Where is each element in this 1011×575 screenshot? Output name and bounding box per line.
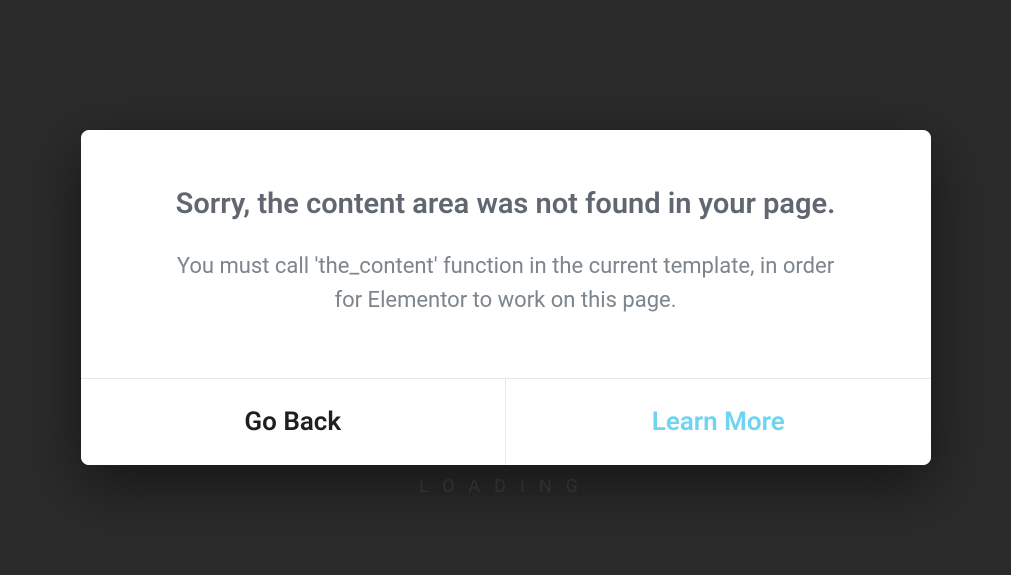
error-modal: Sorry, the content area was not found in… xyxy=(81,130,931,465)
modal-title: Sorry, the content area was not found in… xyxy=(131,186,881,224)
learn-more-button[interactable]: Learn More xyxy=(505,379,931,465)
modal-actions: Go Back Learn More xyxy=(81,378,931,465)
loading-indicator: LOADING xyxy=(419,476,592,497)
modal-message: You must call 'the_content' function in … xyxy=(166,250,846,318)
modal-body: Sorry, the content area was not found in… xyxy=(81,130,931,378)
go-back-button[interactable]: Go Back xyxy=(81,379,506,465)
